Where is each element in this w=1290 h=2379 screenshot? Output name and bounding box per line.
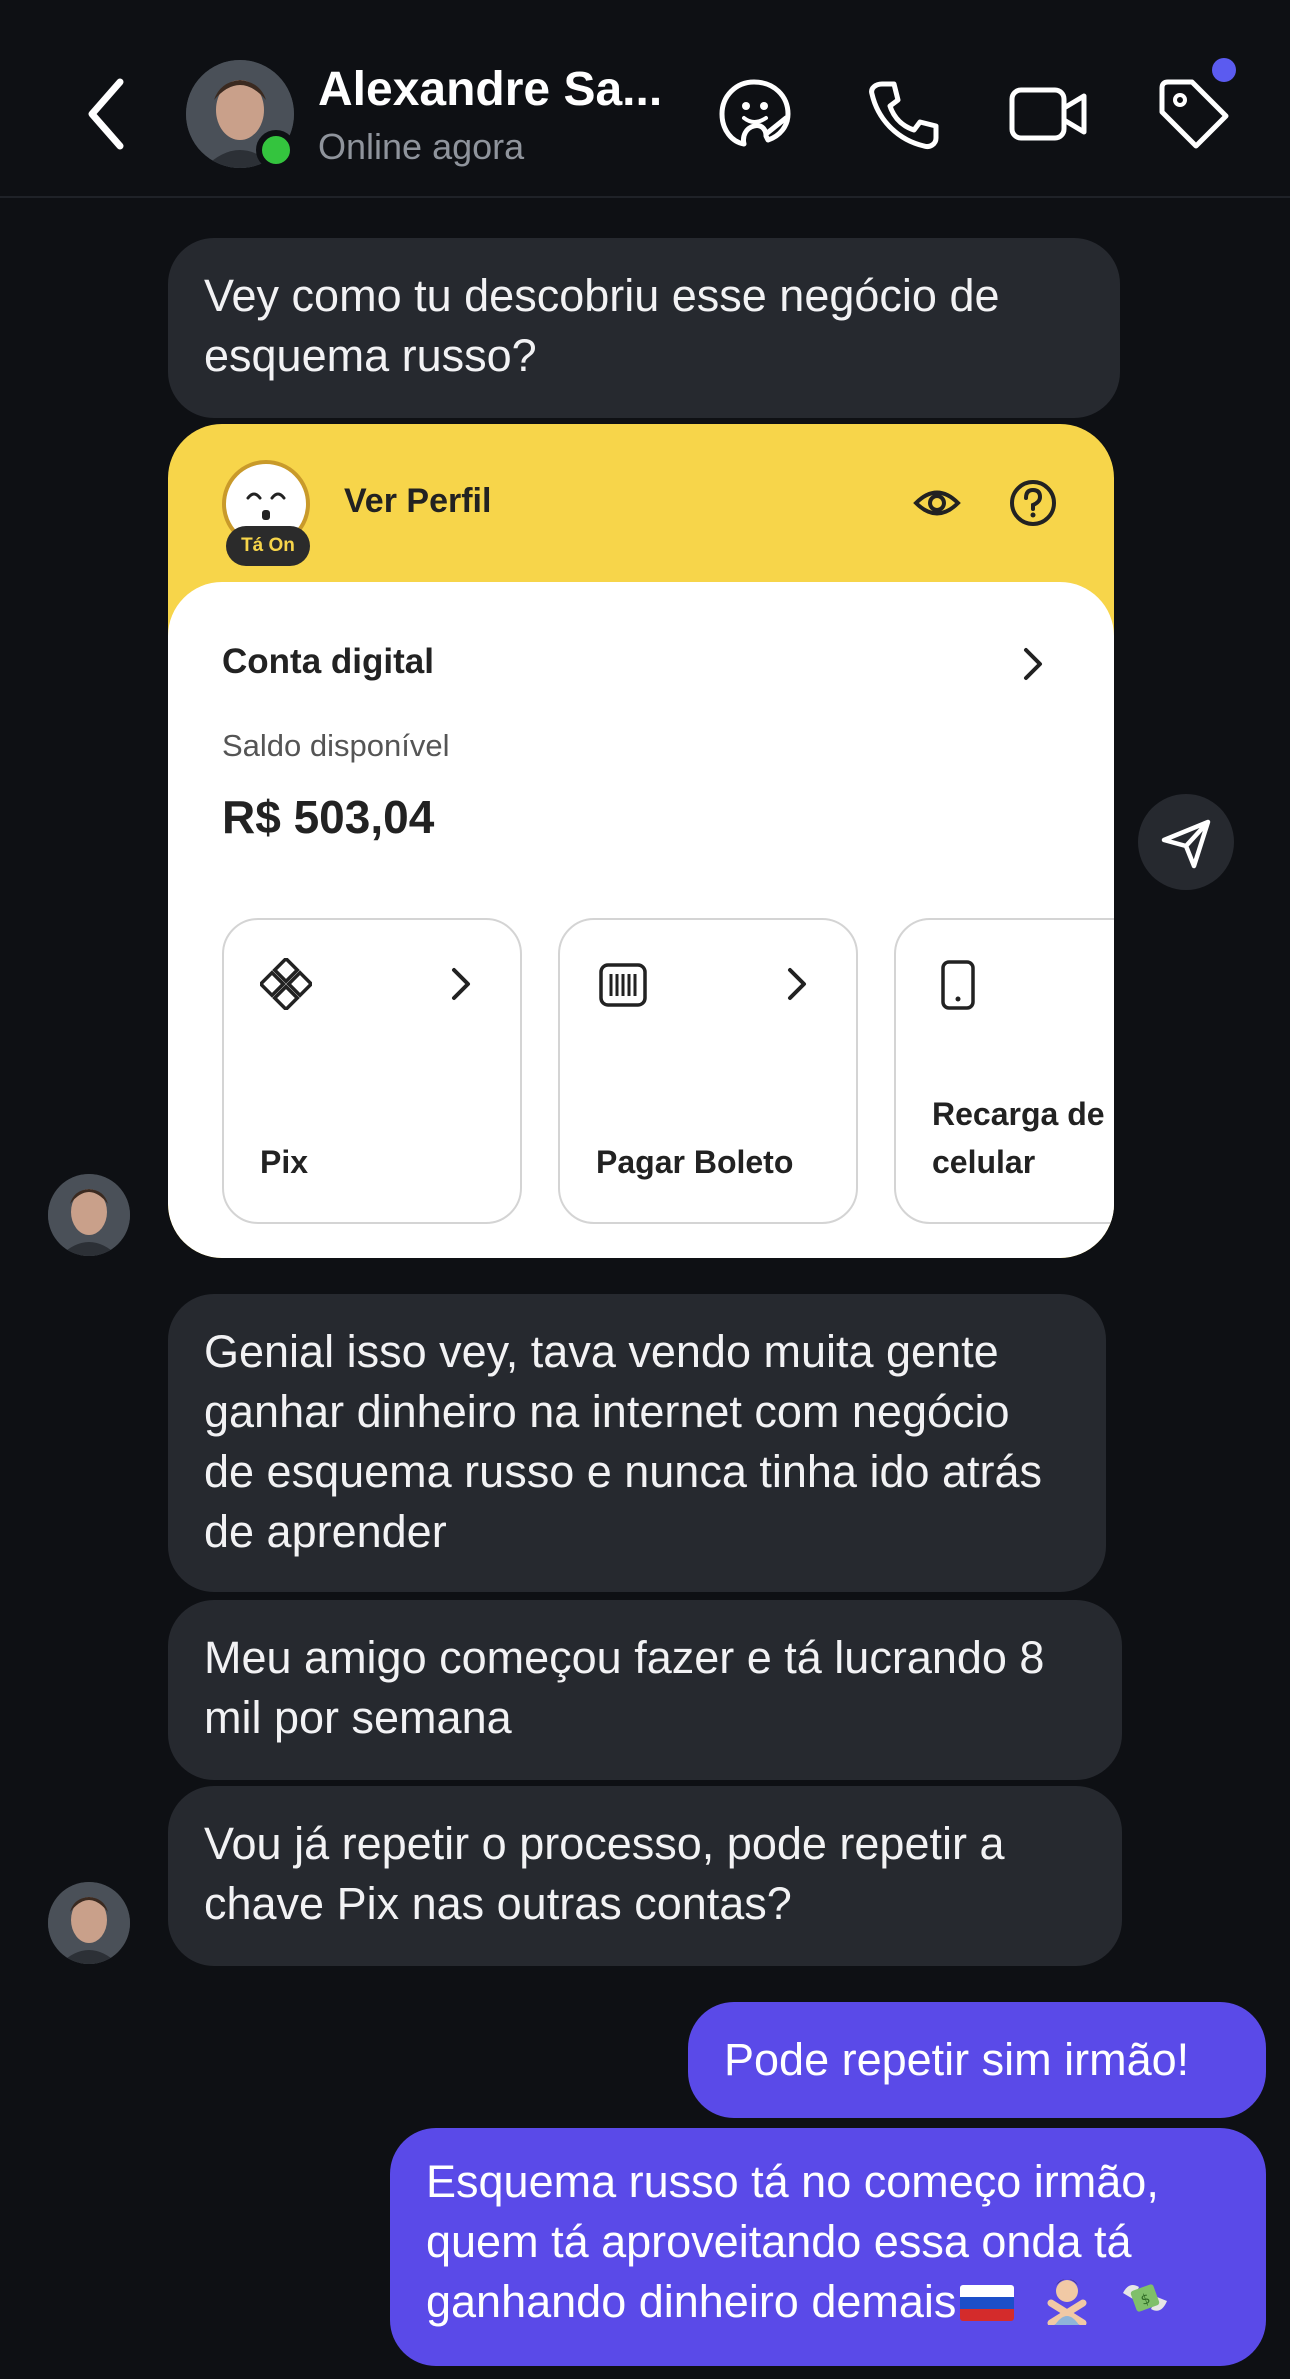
- shared-bank-card[interactable]: Tá On Ver Perfil Conta digital Saldo dis…: [168, 424, 1114, 1258]
- contact-avatar-small[interactable]: [48, 1882, 130, 1964]
- message-bubble-outgoing[interactable]: Pode repetir sim irmão!: [688, 2002, 1266, 2118]
- money-with-wings-icon: $: [1123, 2284, 1168, 2312]
- sticker-icon[interactable]: [716, 76, 796, 152]
- card-header: Tá On Ver Perfil: [168, 424, 1114, 594]
- message-text: Pode repetir sim irmão!: [724, 2034, 1190, 2085]
- tile-label: Pagar Boleto: [596, 1144, 794, 1180]
- online-indicator: [256, 130, 296, 170]
- help-icon[interactable]: [1008, 478, 1058, 528]
- phone-icon[interactable]: [864, 76, 944, 152]
- barcode-icon: [599, 963, 647, 1007]
- russia-flag-icon: [960, 2285, 1015, 2321]
- message-bubble-incoming[interactable]: Vou já repetir o processo, pode repetir …: [168, 1786, 1122, 1966]
- message-bubble-incoming[interactable]: Meu amigo começou fazer e tá lucrando 8 …: [168, 1600, 1122, 1780]
- message-bubble-outgoing[interactable]: Esquema russo tá no começo irmão, quem t…: [390, 2128, 1266, 2366]
- back-icon[interactable]: [80, 74, 136, 154]
- tile-label: Pix: [260, 1144, 309, 1180]
- contact-avatar-small[interactable]: [48, 1174, 130, 1256]
- chevron-right-icon[interactable]: [1018, 644, 1048, 684]
- tile-pix[interactable]: Pix: [222, 918, 522, 1224]
- contact-name[interactable]: Alexandre Sa...: [318, 62, 678, 117]
- ver-perfil-link[interactable]: Ver Perfil: [344, 482, 491, 521]
- chat-header: Alexandre Sa... Online agora: [0, 0, 1290, 198]
- message-text: Meu amigo começou fazer e tá lucrando 8 …: [204, 1632, 1045, 1743]
- mobile-phone-icon: [941, 960, 975, 1010]
- eye-icon[interactable]: [912, 478, 962, 528]
- message-text: Vey como tu descobriu esse negócio de es…: [204, 270, 1000, 381]
- person-gesturing-no-icon: [1047, 2279, 1087, 2325]
- conta-digital-title[interactable]: Conta digital: [222, 642, 434, 682]
- card-body: Conta digital Saldo disponível R$ 503,04…: [168, 582, 1114, 1258]
- chevron-right-icon: [452, 968, 470, 1000]
- video-icon[interactable]: [1008, 76, 1088, 152]
- message-text: Vou já repetir o processo, pode repetir …: [204, 1818, 1005, 1929]
- send-icon: [1161, 819, 1211, 869]
- tile-pagar-boleto[interactable]: Pagar Boleto: [558, 918, 858, 1224]
- tag-icon[interactable]: [1154, 76, 1234, 152]
- saldo-label: Saldo disponível: [222, 728, 450, 763]
- tile-label: Recarga de celular: [932, 1096, 1105, 1180]
- message-text: Genial isso vey, tava vendo muita gente …: [204, 1326, 1043, 1557]
- chevron-right-icon: [788, 968, 806, 1000]
- card-avatar-badge: Tá On: [226, 526, 310, 566]
- contact-status: Online agora: [318, 126, 525, 167]
- pix-icon: [260, 958, 312, 1010]
- message-bubble-incoming[interactable]: Vey como tu descobriu esse negócio de es…: [168, 238, 1120, 418]
- saldo-value: R$ 503,04: [222, 791, 435, 843]
- tile-recarga-celular[interactable]: Recarga de celular: [894, 918, 1114, 1224]
- notification-dot: [1212, 58, 1236, 82]
- message-bubble-incoming[interactable]: Genial isso vey, tava vendo muita gente …: [168, 1294, 1106, 1592]
- share-button[interactable]: [1138, 794, 1234, 890]
